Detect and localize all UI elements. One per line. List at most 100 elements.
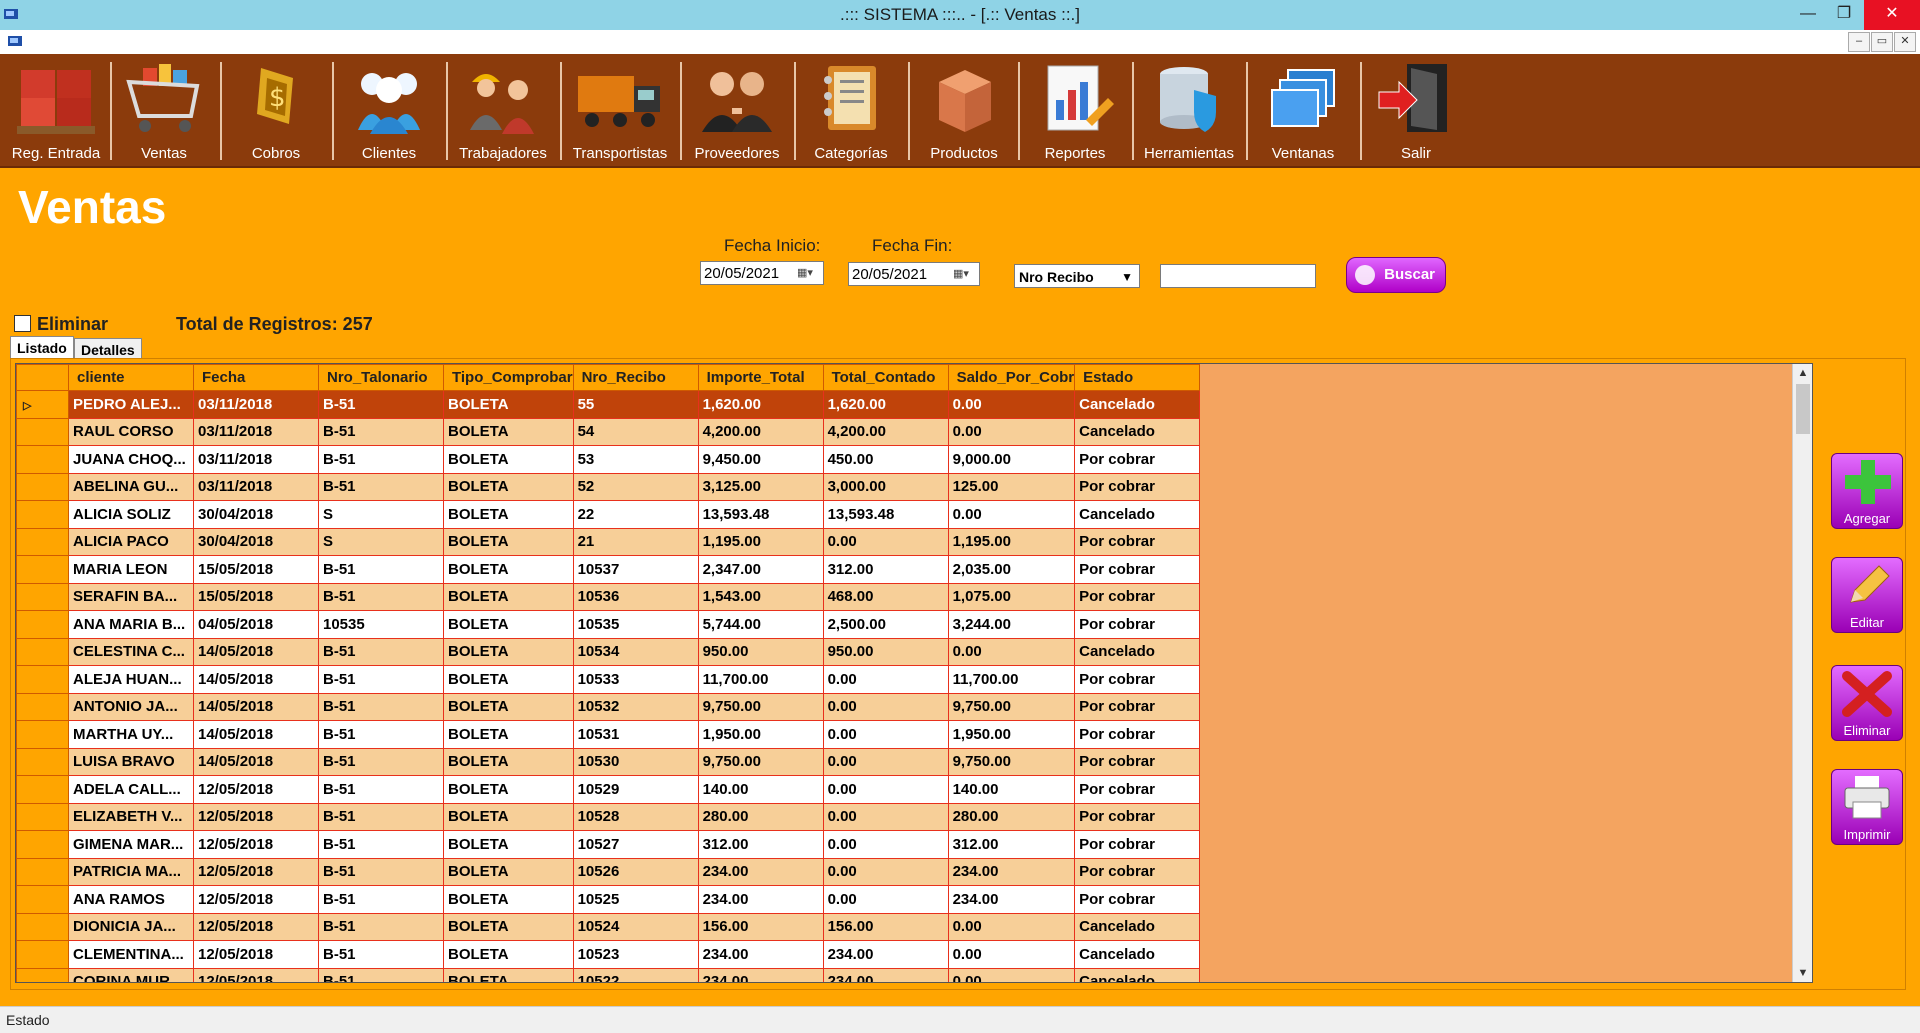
toolbar-transportistas[interactable]: Transportistas	[564, 58, 676, 164]
table-cell[interactable]: 234.00	[697, 857, 824, 886]
calendar-dropdown-icon[interactable]: ▦▾	[953, 267, 975, 281]
table-cell[interactable]: 1,195.00	[947, 527, 1076, 556]
table-cell[interactable]: 10535	[318, 610, 444, 639]
table-cell[interactable]: 1,950.00	[947, 720, 1076, 749]
table-cell[interactable]: 10524	[572, 912, 699, 941]
table-cell[interactable]: ELIZABETH V...	[68, 802, 194, 831]
toolbar-categorias[interactable]: Categorías	[798, 58, 904, 164]
table-cell[interactable]: 10522	[572, 967, 699, 982]
scroll-up-icon[interactable]: ▲	[1793, 364, 1812, 382]
buscar-button[interactable]: Buscar	[1346, 257, 1446, 293]
toolbar-herramientas[interactable]: Herramientas	[1136, 58, 1242, 164]
table-cell[interactable]: 950.00	[697, 637, 824, 666]
column-header[interactable]: Tipo_Comprobar	[443, 364, 574, 391]
table-cell[interactable]: B-51	[318, 775, 444, 804]
table-cell[interactable]: RAUL CORSO	[68, 417, 194, 446]
table-cell[interactable]: JUANA CHOQ...	[68, 445, 194, 474]
table-cell[interactable]: 12/05/2018	[193, 830, 319, 859]
table-cell[interactable]: ANTONIO JA...	[68, 692, 194, 721]
table-cell[interactable]: Cancelado	[1074, 940, 1201, 969]
table-cell[interactable]: PATRICIA MA...	[68, 857, 194, 886]
toolbar-productos[interactable]: Productos	[912, 58, 1016, 164]
toolbar-cobros[interactable]: $ Cobros	[224, 58, 328, 164]
toolbar-proveedores[interactable]: Proveedores	[684, 58, 790, 164]
table-row[interactable]: ABELINA GU... 03/11/2018 B-51 BOLETA 52 3,125…	[16, 472, 1201, 501]
toolbar-salir[interactable]: Salir	[1364, 58, 1468, 164]
table-cell[interactable]: BOLETA	[443, 527, 574, 556]
table-cell[interactable]: B-51	[318, 472, 444, 501]
table-cell[interactable]: 30/04/2018	[193, 527, 319, 556]
table-cell[interactable]: 10535	[572, 610, 699, 639]
table-cell[interactable]: ALICIA PACO	[68, 527, 194, 556]
eliminar-button[interactable]: Eliminar	[1831, 665, 1903, 741]
table-cell[interactable]: 10532	[572, 692, 699, 721]
table-cell[interactable]: 4,200.00	[822, 417, 949, 446]
table-cell[interactable]: 0.00	[822, 857, 949, 886]
table-cell[interactable]: 03/11/2018	[193, 472, 319, 501]
table-cell[interactable]: 1,620.00	[697, 390, 824, 419]
table-row[interactable]: CLEMENTINA... 12/05/2018 B-51 BOLETA 10523 23…	[16, 940, 1201, 969]
tab-detalles[interactable]: Detalles	[74, 338, 142, 360]
child-minimize-button[interactable]: –	[1848, 32, 1870, 52]
table-cell[interactable]: 312.00	[947, 830, 1076, 859]
table-row[interactable]: JUANA CHOQ... 03/11/2018 B-51 BOLETA 53 9,450…	[16, 445, 1201, 474]
table-cell[interactable]: 5,744.00	[697, 610, 824, 639]
table-cell[interactable]: 10537	[572, 555, 699, 584]
table-cell[interactable]: Por cobrar	[1074, 747, 1201, 776]
table-row[interactable]: ALICIA SOLIZ 30/04/2018 S BOLETA 22 13,593.48…	[16, 500, 1201, 529]
table-cell[interactable]: BOLETA	[443, 857, 574, 886]
table-cell[interactable]: 14/05/2018	[193, 692, 319, 721]
table-cell[interactable]: Cancelado	[1074, 417, 1201, 446]
row-header[interactable]	[16, 692, 69, 721]
row-header[interactable]	[16, 445, 69, 474]
scroll-down-icon[interactable]: ▼	[1793, 964, 1812, 982]
table-cell[interactable]: PEDRO ALEJ...	[68, 390, 194, 419]
table-cell[interactable]: 12/05/2018	[193, 967, 319, 982]
table-cell[interactable]: 312.00	[822, 555, 949, 584]
table-row[interactable]: MARTHA UY... 14/05/2018 B-51 BOLETA 10531 1,9…	[16, 720, 1201, 749]
table-cell[interactable]: 12/05/2018	[193, 857, 319, 886]
table-cell[interactable]: 55	[572, 390, 699, 419]
table-cell[interactable]: BOLETA	[443, 720, 574, 749]
table-cell[interactable]: Cancelado	[1074, 390, 1201, 419]
eliminar-checkbox[interactable]: Eliminar	[14, 314, 108, 335]
table-cell[interactable]: BOLETA	[443, 445, 574, 474]
table-cell[interactable]: 1,075.00	[947, 582, 1076, 611]
table-cell[interactable]: MARIA LEON	[68, 555, 194, 584]
table-cell[interactable]: BOLETA	[443, 500, 574, 529]
table-cell[interactable]: 234.00	[822, 967, 949, 982]
table-cell[interactable]: 0.00	[947, 940, 1076, 969]
column-header[interactable]: Nro_Recibo	[572, 364, 699, 391]
table-cell[interactable]: Por cobrar	[1074, 885, 1201, 914]
table-row[interactable]: ELIZABETH V... 12/05/2018 B-51 BOLETA 10528 2…	[16, 802, 1201, 831]
table-cell[interactable]: 1,195.00	[697, 527, 824, 556]
table-cell[interactable]: 4,200.00	[697, 417, 824, 446]
table-cell[interactable]: 450.00	[822, 445, 949, 474]
row-header[interactable]	[16, 912, 69, 941]
table-cell[interactable]: B-51	[318, 967, 444, 982]
row-header[interactable]	[16, 940, 69, 969]
table-cell[interactable]: 9,000.00	[947, 445, 1076, 474]
table-cell[interactable]: Por cobrar	[1074, 857, 1201, 886]
table-row[interactable]: ANA RAMOS 12/05/2018 B-51 BOLETA 10525 234.00…	[16, 885, 1201, 914]
table-cell[interactable]: B-51	[318, 885, 444, 914]
checkbox-box[interactable]	[14, 315, 31, 332]
sales-grid[interactable]: cliente Fecha Nro_Talonario Tipo_Comprob…	[15, 363, 1813, 983]
table-cell[interactable]: Por cobrar	[1074, 445, 1201, 474]
row-header[interactable]	[16, 500, 69, 529]
table-cell[interactable]: B-51	[318, 720, 444, 749]
row-header[interactable]: ▷	[16, 390, 69, 419]
table-cell[interactable]: BOLETA	[443, 582, 574, 611]
table-cell[interactable]: 10527	[572, 830, 699, 859]
table-cell[interactable]: 15/05/2018	[193, 555, 319, 584]
table-cell[interactable]: 14/05/2018	[193, 720, 319, 749]
table-cell[interactable]: BOLETA	[443, 692, 574, 721]
row-header[interactable]	[16, 857, 69, 886]
table-cell[interactable]: Por cobrar	[1074, 610, 1201, 639]
toolbar-clientes[interactable]: Clientes	[336, 58, 442, 164]
table-cell[interactable]: DIONICIA JA...	[68, 912, 194, 941]
table-cell[interactable]: Por cobrar	[1074, 527, 1201, 556]
table-cell[interactable]: GIMENA MAR...	[68, 830, 194, 859]
table-row[interactable]: CELESTINA C... 14/05/2018 B-51 BOLETA 10534 9…	[16, 637, 1201, 666]
table-cell[interactable]: BOLETA	[443, 940, 574, 969]
